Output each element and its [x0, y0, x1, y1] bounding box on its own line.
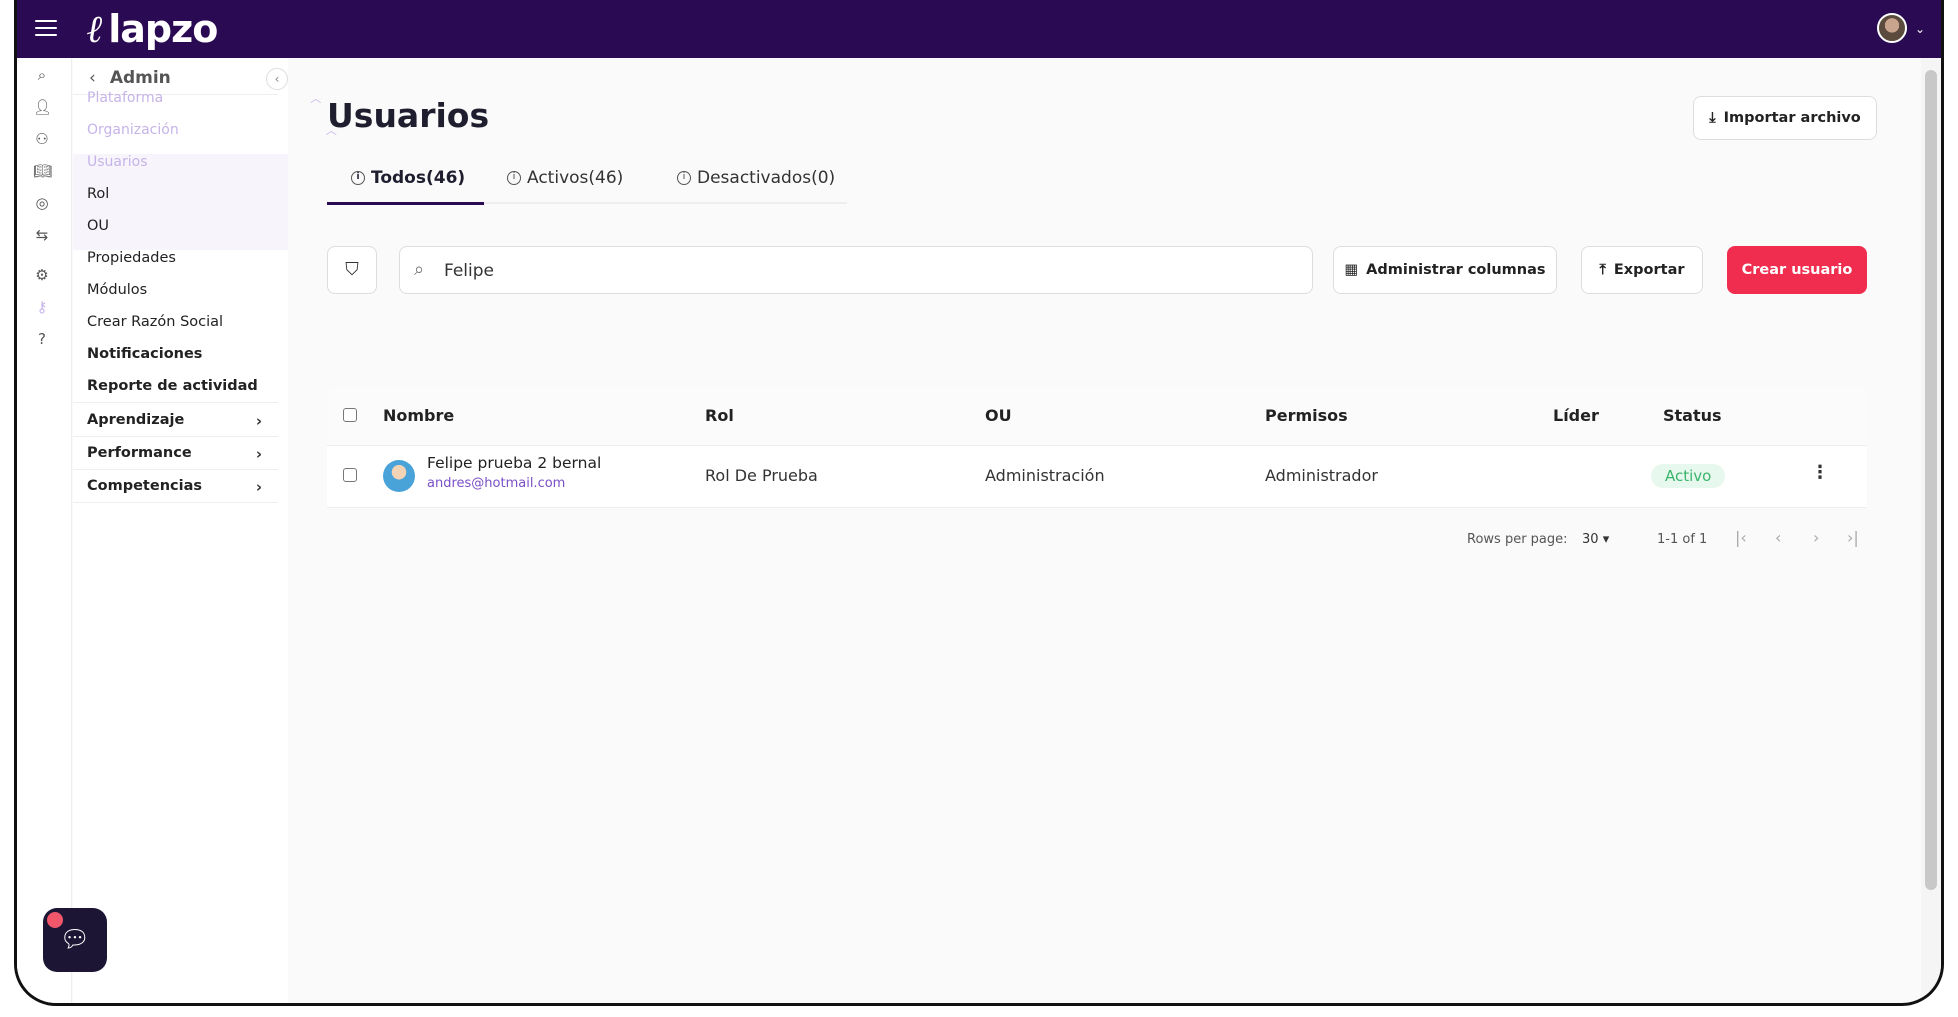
pagination: Rows per page: 30 ▾ 1-1 of 1 |‹ ‹ › ›|	[327, 526, 1867, 556]
filter-icon: ⛉	[345, 259, 359, 280]
page-scrollbar[interactable]	[1921, 58, 1941, 1003]
sidebar-item-notificaciones[interactable]: Notificaciones	[87, 346, 202, 362]
sidebar-item-usuarios[interactable]: Usuarios	[87, 154, 148, 170]
rows-per-page-label: Rows per page:	[1467, 532, 1568, 547]
download-icon: ⤓	[1709, 110, 1716, 126]
sidebar-header[interactable]: ‹ Admin	[89, 68, 171, 88]
app-window: ℓ lapzo ⌄ ⌕ 👤︎ ⚇ 📖︎ ◎ ⇆ ⚙ ⚷ ? ‹ Admin ‹ Pl…	[14, 0, 1944, 1006]
create-user-button[interactable]: Crear usuario	[1727, 246, 1867, 294]
divider	[73, 436, 278, 437]
users-icon[interactable]: ⚇	[33, 130, 51, 148]
chevron-left-icon[interactable]: ‹	[89, 68, 96, 88]
search-input[interactable]	[444, 257, 1284, 285]
sidebar-section-performance[interactable]: Performance ›	[87, 445, 262, 463]
info-icon: i	[351, 171, 365, 185]
sidebar-section-aprendizaje[interactable]: Aprendizaje ›	[87, 412, 262, 430]
table-row[interactable]: Felipe prueba 2 bernal andres@hotmail.co…	[327, 446, 1867, 508]
prev-page-icon[interactable]: ‹	[1775, 528, 1781, 547]
user-name[interactable]: Felipe prueba 2 bernal	[427, 454, 601, 472]
table-header: Nombre Rol OU Permisos Líder Status	[327, 386, 1867, 446]
target-icon[interactable]: ◎	[33, 194, 51, 212]
search-box: ⌕	[399, 246, 1313, 294]
sidebar-item-razon-social[interactable]: Crear Razón Social	[87, 314, 223, 330]
tab-desactivados[interactable]: i Desactivados(0)	[677, 168, 835, 188]
code-icon[interactable]: ⇆	[33, 226, 51, 244]
divider	[73, 502, 278, 503]
info-icon: i	[677, 171, 691, 185]
user-rol: Rol De Prueba	[705, 466, 818, 485]
column-header-status[interactable]: Status	[1663, 406, 1722, 425]
filter-button[interactable]: ⛉	[327, 246, 377, 294]
column-header-ou[interactable]: OU	[985, 406, 1012, 425]
user-permisos: Administrador	[1265, 466, 1378, 485]
user-ou: Administración	[985, 466, 1105, 485]
book-icon[interactable]: 📖︎	[33, 162, 52, 180]
info-icon: i	[507, 171, 521, 185]
upload-icon: ⤒	[1599, 262, 1606, 278]
sidebar-group-plataforma[interactable]: Plataforma ︿	[87, 90, 321, 106]
user-email: andres@hotmail.com	[427, 476, 566, 491]
last-page-icon[interactable]: ›|	[1847, 528, 1859, 547]
column-header-permisos[interactable]: Permisos	[1265, 406, 1348, 425]
search-icon: ⌕	[414, 259, 425, 280]
import-file-button[interactable]: ⤓ Importar archivo	[1693, 96, 1877, 140]
chevron-down-icon[interactable]: ⌄	[1915, 22, 1925, 36]
rows-per-page-select[interactable]: 30 ▾	[1582, 532, 1609, 547]
chevron-up-icon: ︿	[310, 92, 322, 105]
sidebar-group-organizacion[interactable]: Organización ︿	[87, 122, 337, 138]
column-header-rol[interactable]: Rol	[705, 406, 734, 425]
tab-activos[interactable]: i Activos(46)	[507, 168, 623, 188]
divider	[73, 469, 278, 470]
admin-sidebar: ‹ Admin ‹ Plataforma ︿ Organización ︿ Usuar…	[73, 58, 337, 1003]
user-avatar	[383, 460, 415, 492]
sidebar-item-modulos[interactable]: Módulos	[87, 282, 147, 298]
chevron-right-icon: ›	[255, 478, 262, 496]
help-icon[interactable]: ?	[33, 330, 51, 348]
chat-icon: 💬︎	[59, 925, 91, 953]
chevron-right-icon: ›	[255, 412, 262, 430]
divider	[73, 402, 278, 403]
chevron-right-icon: ›	[255, 445, 262, 463]
more-options-icon[interactable]: ⋮	[1811, 462, 1829, 483]
user-avatar[interactable]	[1877, 13, 1907, 43]
menu-icon[interactable]	[35, 20, 57, 36]
status-tabs: i Todos(46) i Activos(46) i Desactivados(0)	[327, 158, 847, 205]
manage-columns-button[interactable]: ▦ Administrar columnas	[1333, 246, 1557, 294]
select-all-checkbox[interactable]	[343, 408, 357, 422]
user-icon[interactable]: 👤︎	[33, 98, 52, 116]
notification-dot	[47, 912, 63, 928]
column-header-nombre[interactable]: Nombre	[383, 406, 454, 425]
sidebar-item-propiedades[interactable]: Propiedades	[87, 250, 176, 266]
row-checkbox[interactable]	[343, 468, 357, 482]
tab-todos[interactable]: i Todos(46)	[351, 168, 465, 188]
first-page-icon[interactable]: |‹	[1735, 528, 1747, 547]
brand-logo[interactable]: ℓ lapzo	[87, 6, 218, 52]
sidebar-item-reporte[interactable]: Reporte de actividad	[87, 378, 258, 394]
status-badge: Activo	[1651, 464, 1726, 488]
chat-button[interactable]: 💬︎	[43, 908, 107, 972]
icon-rail: ⌕ 👤︎ ⚇ 📖︎ ◎ ⇆ ⚙ ⚷ ?	[17, 58, 72, 1003]
next-page-icon[interactable]: ›	[1813, 528, 1819, 547]
active-tab-indicator	[327, 202, 484, 205]
search-icon[interactable]: ⌕	[33, 66, 51, 84]
column-header-lider[interactable]: Líder	[1553, 406, 1599, 425]
top-bar: ℓ lapzo ⌄	[17, 0, 1941, 58]
export-button[interactable]: ⤒ Exportar	[1581, 246, 1703, 294]
settings-user-icon[interactable]: ⚙	[33, 266, 51, 284]
sidebar-section-competencias[interactable]: Competencias ›	[87, 478, 262, 496]
sidebar-item-ou[interactable]: OU	[87, 218, 109, 234]
page-title: Usuarios	[327, 96, 490, 135]
sidebar-item-rol[interactable]: Rol	[87, 186, 109, 202]
columns-icon: ▦	[1344, 262, 1359, 278]
page-range: 1-1 of 1	[1657, 532, 1708, 547]
collapse-sidebar-icon[interactable]: ‹	[266, 68, 288, 90]
caret-down-icon: ▾	[1602, 532, 1610, 547]
scrollbar-thumb[interactable]	[1925, 70, 1937, 890]
key-icon[interactable]: ⚷	[33, 298, 51, 316]
